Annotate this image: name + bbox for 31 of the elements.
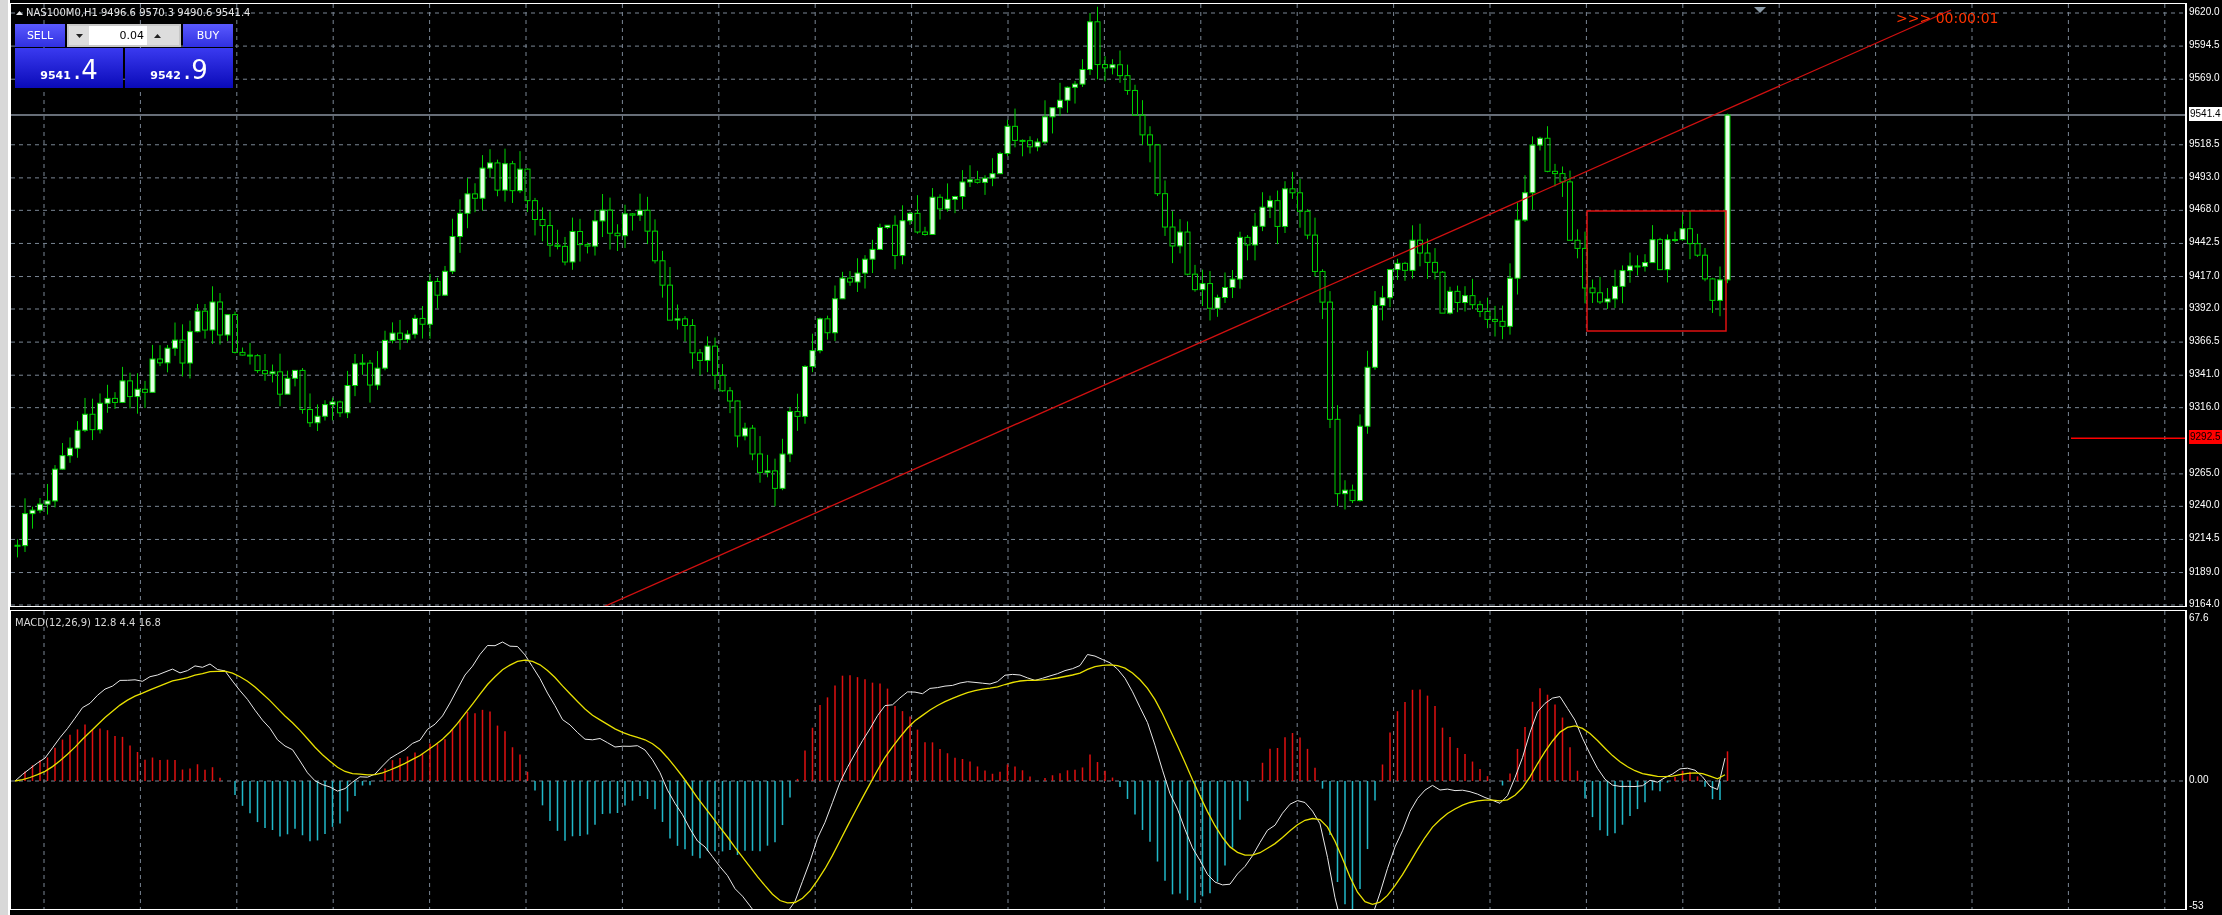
price-axis-label: 9493.0 xyxy=(2189,169,2220,184)
buy-button[interactable]: BUY xyxy=(183,24,233,47)
price-axis-label: 9189.0 xyxy=(2189,564,2220,579)
candle-countdown: >>> 00:00:01 xyxy=(1896,10,1999,26)
price-axis-label: 9620.0 xyxy=(2189,5,2220,19)
price-axis-label: 9417.0 xyxy=(2189,268,2220,283)
price-axis-label: 9316.0 xyxy=(2189,399,2220,414)
bid-price-label: 9541.4 xyxy=(2189,107,2222,122)
sell-button[interactable]: SELL xyxy=(15,24,65,47)
price-axis-label: 9240.0 xyxy=(2189,498,2220,513)
shift-marker-icon xyxy=(1754,7,1766,13)
price-axis-label: 9164.0 xyxy=(2189,597,2220,611)
price-axis-label: 9214.5 xyxy=(2189,531,2220,546)
macd-axis-label: 0.00 xyxy=(2189,773,2209,787)
macd-label: MACD(12,26,9) 12.8 4.4 16.8 xyxy=(15,617,161,628)
price-axis-label: 9341.0 xyxy=(2189,367,2220,382)
price-axis-label: 9569.0 xyxy=(2189,71,2220,86)
price-axis-label: 9594.5 xyxy=(2189,38,2220,53)
price-axis-label: 9392.0 xyxy=(2189,301,2220,315)
sell-price-button[interactable]: 9541.4 xyxy=(15,48,123,88)
macd-axis-label: 67.6 xyxy=(2189,611,2209,625)
price-axis-label: 9366.5 xyxy=(2189,334,2220,349)
chart-title: NAS100M0,H1 9496.6 9570.3 9490.6 9541.4 xyxy=(26,7,251,18)
price-axis-label: 9468.0 xyxy=(2189,202,2220,217)
price-axis-label: 9518.5 xyxy=(2189,136,2220,151)
price-axis-label: 9442.5 xyxy=(2189,235,2220,250)
buy-price-button[interactable]: 9542.9 xyxy=(125,48,233,88)
alert-price-label: 9292.5 xyxy=(2189,430,2222,445)
macd-axis-label: -53 xyxy=(2189,899,2204,913)
price-axis-label: 9265.0 xyxy=(2189,465,2220,480)
collapse-triangle-icon xyxy=(16,11,23,15)
